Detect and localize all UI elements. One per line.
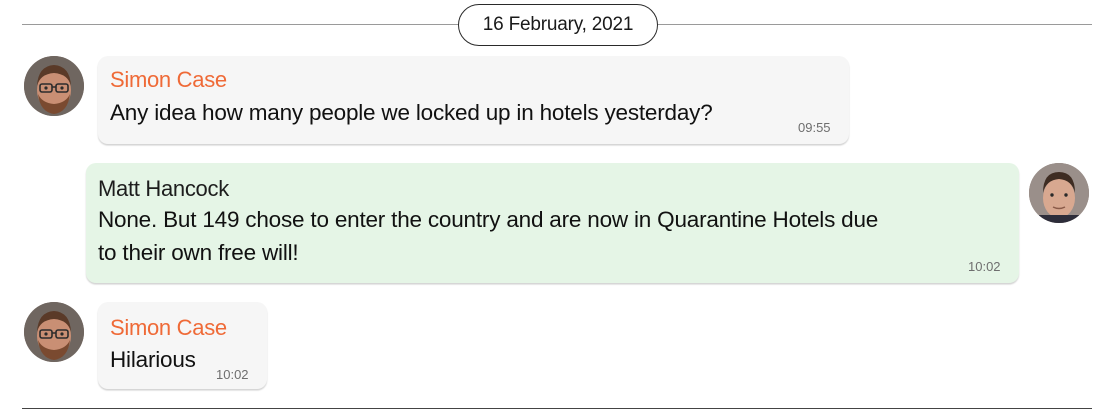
message-bubble-1[interactable]: Simon Case Any idea how many people we l… [98,56,849,144]
date-divider-pill: 16 February, 2021 [458,4,658,46]
chat-transcript: 16 February, 2021 Simon Case Any idea ho… [0,0,1114,410]
bearded-man-avatar-icon [24,56,84,116]
message-timestamp: 10:02 [216,367,249,382]
message-text-line-1: None. But 149 chose to enter the country… [98,207,879,232]
message-bubble-2[interactable]: Matt Hancock None. But 149 chose to ente… [86,163,1019,283]
message-text: Hilarious [110,347,196,372]
message-text: Any idea how many people we locked up in… [110,100,713,125]
message-bubble-3[interactable]: Simon Case Hilarious 10:02 [98,302,267,389]
avatar-simon-case[interactable] [24,56,84,116]
bearded-man-avatar-icon [24,302,84,362]
avatar-simon-case[interactable] [24,302,84,362]
message-timestamp: 09:55 [798,120,831,135]
message-sender: Simon Case [110,315,227,340]
message-text-line-2: to their own free will! [98,240,299,265]
bottom-divider-line [22,408,1092,409]
message-sender: Simon Case [110,67,227,92]
avatar-matt-hancock[interactable] [1029,163,1089,223]
message-sender: Matt Hancock [98,176,229,201]
message-timestamp: 10:02 [968,259,1001,274]
man-short-hair-avatar-icon [1029,163,1089,223]
